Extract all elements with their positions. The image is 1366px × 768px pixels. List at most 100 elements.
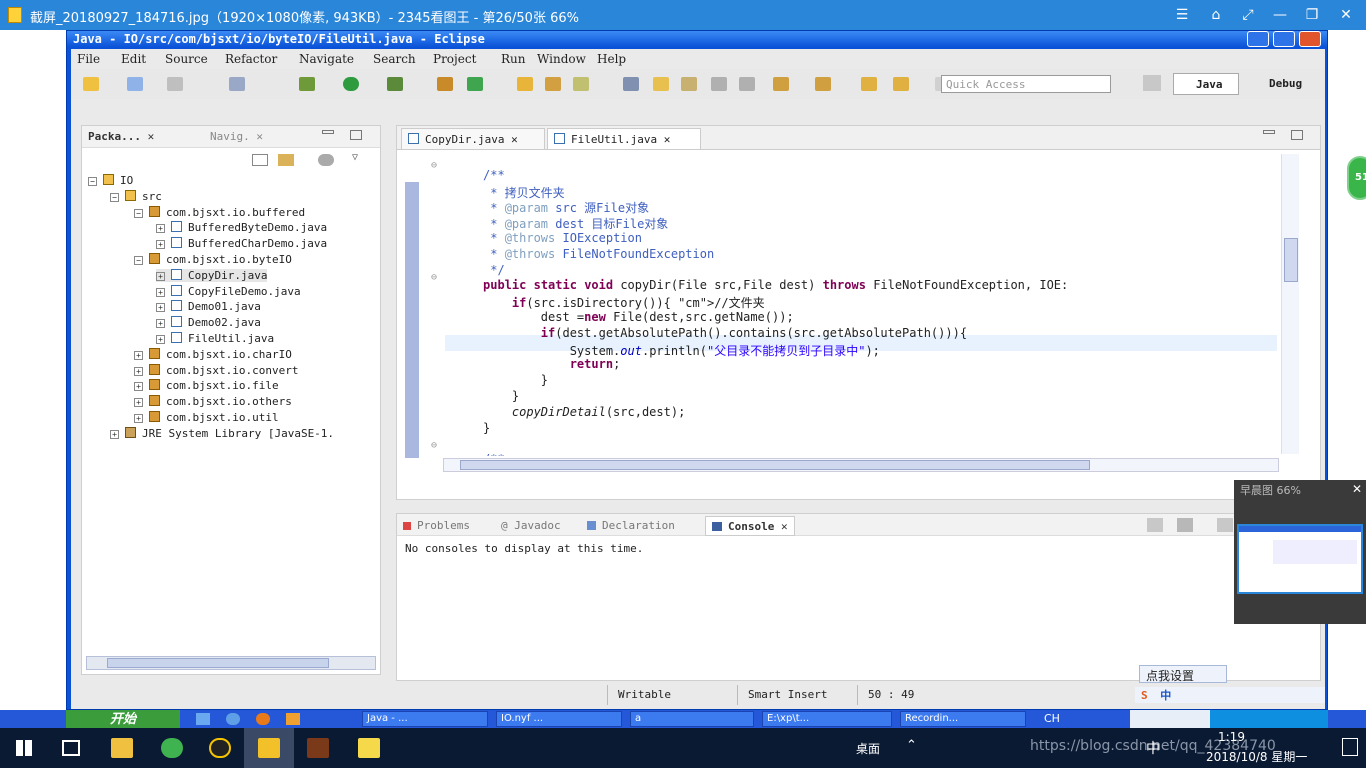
search-icon[interactable] [573, 77, 589, 91]
tool-icon[interactable] [286, 713, 300, 725]
tab-navigator[interactable]: Navig. ✕ [210, 130, 263, 143]
tray-expand-icon[interactable]: ⌃ [906, 738, 917, 753]
code-line[interactable]: } [483, 389, 519, 403]
code-line[interactable]: * @throws FileNotFoundException [483, 247, 714, 261]
code-line[interactable]: } [483, 421, 490, 435]
collapse-icon[interactable]: − [88, 177, 97, 186]
show-desktop-icon[interactable] [196, 713, 210, 725]
collapse-icon[interactable]: − [134, 208, 143, 218]
tree-item[interactable]: − com.bjsxt.io.buffered [134, 205, 305, 219]
tree-item[interactable]: − com.bjsxt.io.byteIO [134, 253, 292, 266]
annotation-icon[interactable] [681, 77, 697, 91]
ime-toolbar[interactable]: S 中 [1135, 687, 1325, 703]
code-line[interactable]: if(src.isDirectory()){ "cm">//文件夹 [483, 294, 765, 311]
xp-task-recording[interactable]: Recordin... [900, 711, 1026, 727]
tree-item[interactable]: + com.bjsxt.io.charIO [134, 347, 292, 361]
editor-scroll-thumb[interactable] [460, 460, 1090, 470]
menu-help[interactable]: Help [597, 52, 626, 66]
code-line[interactable]: /** [483, 168, 505, 182]
perspective-java[interactable]: Java [1173, 73, 1239, 95]
horizontal-scrollbar[interactable] [86, 656, 376, 670]
expand-icon[interactable]: + [156, 287, 165, 297]
code-line[interactable]: public static void copyDir(File src,File… [483, 278, 1068, 292]
new-icon[interactable] [83, 77, 99, 91]
firefox-icon[interactable] [256, 713, 270, 725]
open-type-icon[interactable] [517, 77, 533, 91]
xp-language-indicator[interactable]: CH [1044, 712, 1060, 725]
save-all-icon[interactable] [167, 77, 183, 91]
new-class-icon[interactable] [467, 77, 483, 91]
thumbnail-close-icon[interactable]: ✕ [1352, 482, 1362, 496]
menu-run[interactable]: Run [501, 52, 526, 66]
code-line[interactable]: if(dest.getAbsolutePath().contains(src.g… [483, 326, 967, 340]
minimize-button[interactable]: — [1270, 5, 1290, 25]
expand-icon[interactable]: + [156, 224, 165, 234]
eclipse-close-button[interactable] [1299, 31, 1321, 47]
tray-time[interactable]: 1:19 [1218, 730, 1245, 744]
menu-source[interactable]: Source [165, 52, 208, 66]
xp-task-io[interactable]: IO.nyf ... [496, 711, 622, 727]
tree-item[interactable]: − IO [88, 174, 133, 187]
expand-icon[interactable]: + [134, 414, 143, 423]
code-line[interactable]: * @param src 源File对象 [483, 199, 649, 216]
view-menu-icon[interactable]: ▽ [352, 152, 358, 163]
toggle-mark-icon[interactable] [623, 77, 639, 91]
run-icon[interactable] [343, 77, 359, 91]
tree-item[interactable]: + com.bjsxt.io.convert [134, 363, 298, 377]
thumbnail-preview[interactable] [1237, 524, 1363, 594]
help-icon[interactable] [358, 738, 380, 758]
ie-icon[interactable] [226, 713, 240, 725]
task-view-icon[interactable] [62, 740, 80, 756]
tree-item[interactable]: + Demo02.java [156, 316, 261, 329]
tray-ime-icon[interactable]: 中 [1146, 738, 1160, 758]
browser-360-icon[interactable] [161, 738, 183, 758]
tray-date[interactable]: 2018/10/8 星期一 [1206, 748, 1307, 765]
maximize-button[interactable]: ❐ [1302, 5, 1322, 25]
fold-marker[interactable]: ⊖ [431, 272, 437, 283]
tree-item[interactable]: + com.bjsxt.io.util [134, 411, 279, 424]
tree-item[interactable]: + JRE System Library [JavaSE-1. [110, 426, 334, 440]
vertical-scroll-thumb[interactable] [1284, 238, 1298, 282]
perspective-debug[interactable]: Debug [1247, 73, 1323, 95]
pin-console-icon[interactable] [1217, 518, 1233, 532]
code-line[interactable]: */ [483, 263, 504, 277]
view-maximize-icon[interactable] [350, 130, 362, 140]
tab-copydir[interactable]: CopyDir.java ✕ [401, 128, 545, 150]
xp-ime-bar[interactable] [1130, 710, 1210, 728]
print-icon[interactable] [229, 77, 245, 91]
code-line[interactable]: copyDirDetail(src,dest); [483, 405, 685, 419]
tree-item[interactable]: + com.bjsxt.io.others [134, 395, 292, 408]
view-minimize-icon[interactable] [322, 130, 334, 134]
game-icon[interactable] [307, 738, 329, 758]
xp-task-folder[interactable]: a [630, 711, 754, 727]
tab-declaration[interactable]: Declaration [587, 519, 675, 532]
code-line[interactable]: return; [483, 357, 621, 371]
tab-problems[interactable]: Problems [403, 519, 470, 532]
code-line[interactable]: } [483, 373, 548, 387]
expand-icon[interactable]: + [110, 429, 119, 439]
code-line[interactable]: * @throws IOException [483, 231, 642, 245]
menu-navigate[interactable]: Navigate [299, 52, 354, 66]
expand-icon[interactable]: + [156, 240, 165, 250]
link-editor-icon[interactable] [278, 154, 294, 166]
menu-file[interactable]: File [77, 52, 100, 66]
code-line[interactable]: * @param dest 目标File对象 [483, 215, 668, 232]
menu-project[interactable]: Project [433, 52, 476, 66]
ime-settings-hint[interactable]: 点我设置 [1139, 665, 1227, 683]
tab-console[interactable]: Console ✕ [705, 516, 795, 536]
tree-item[interactable]: + CopyFileDemo.java [156, 284, 301, 298]
collapse-icon[interactable]: − [110, 192, 119, 202]
xp-task-explorer[interactable]: E:\xp\t... [762, 711, 892, 727]
open-console-icon[interactable] [1147, 518, 1163, 532]
tree-item[interactable]: + com.bjsxt.io.file [134, 379, 279, 392]
tab-fileutil[interactable]: FileUtil.java ✕ [547, 128, 701, 150]
tree-item[interactable]: − src [110, 189, 162, 203]
eclipse-minimize-button[interactable] [1247, 31, 1269, 47]
tree-item[interactable]: + Demo01.java [156, 300, 261, 313]
tree-item[interactable]: + BufferedCharDemo.java [156, 237, 327, 250]
code-line[interactable]: System.out.println("父目录不能拷贝到子目录中"); [483, 342, 880, 359]
menu-icon[interactable]: ☰ [1172, 5, 1192, 25]
code-line[interactable]: * 拷贝文件夹 [483, 184, 564, 201]
code-area[interactable]: /** * 拷贝文件夹 * @param src 源File对象 * @para… [483, 156, 1278, 456]
paragraph-icon[interactable] [739, 77, 755, 91]
